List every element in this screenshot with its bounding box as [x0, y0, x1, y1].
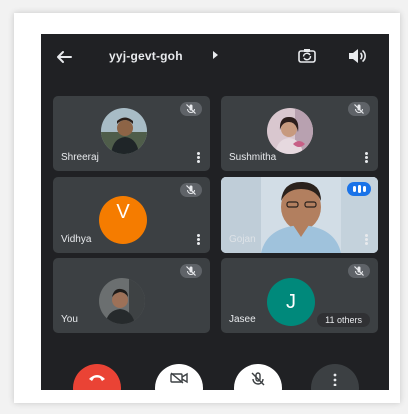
- speaking-indicator-icon: [347, 182, 371, 196]
- camera-toggle-button[interactable]: [155, 364, 203, 390]
- meeting-details-caret-icon[interactable]: [213, 51, 218, 59]
- more-vert-icon: [333, 373, 337, 386]
- meeting-code[interactable]: yyj-gevt-goh: [109, 49, 183, 63]
- participant-tile-vidhya[interactable]: V Vidhya: [53, 177, 210, 253]
- participant-name: Gojan: [229, 234, 256, 245]
- participant-tile-gojan[interactable]: Gojan: [221, 177, 378, 253]
- more-vert-icon[interactable]: [197, 234, 200, 245]
- mic-off-icon: [348, 264, 370, 278]
- speaker-icon[interactable]: [347, 47, 367, 65]
- participant-name: You: [61, 314, 78, 325]
- mic-off-icon: [251, 372, 265, 386]
- participant-name: Jasee: [229, 314, 256, 325]
- avatar-you: [99, 278, 145, 324]
- participant-tile-shreeraj[interactable]: Shreeraj: [53, 96, 210, 171]
- more-vert-icon[interactable]: [365, 152, 368, 163]
- avatar-shreeraj: [101, 108, 147, 154]
- more-vert-icon[interactable]: [197, 152, 200, 163]
- top-bar: yyj-gevt-goh: [41, 34, 389, 80]
- mic-off-icon: [180, 102, 202, 116]
- participant-tile-sushmitha[interactable]: Sushmitha: [221, 96, 378, 171]
- others-count-badge[interactable]: 11 others: [317, 313, 370, 327]
- avatar-jasee: J: [267, 278, 315, 326]
- participant-tile-jasee[interactable]: J Jasee 11 others: [221, 258, 378, 333]
- participant-name: Vidhya: [61, 234, 92, 245]
- more-options-button[interactable]: [311, 364, 359, 390]
- mic-off-icon: [180, 183, 202, 197]
- end-call-button[interactable]: [73, 364, 121, 390]
- mic-toggle-button[interactable]: [234, 364, 282, 390]
- participant-name: Sushmitha: [229, 152, 277, 163]
- mic-off-icon: [180, 264, 202, 278]
- avatar-vidhya: V: [99, 196, 147, 244]
- more-vert-icon[interactable]: [365, 234, 368, 245]
- participant-tile-you[interactable]: You: [53, 258, 210, 333]
- switch-camera-icon[interactable]: [297, 46, 317, 66]
- meet-screen: yyj-gevt-goh Shreeraj Sushmitha V Vidhya…: [41, 34, 389, 390]
- avatar-sushmitha: [267, 108, 313, 154]
- participant-name: Shreeraj: [61, 152, 99, 163]
- mic-off-icon: [348, 102, 370, 116]
- back-arrow-icon[interactable]: [55, 48, 73, 66]
- video-off-icon: [170, 372, 188, 384]
